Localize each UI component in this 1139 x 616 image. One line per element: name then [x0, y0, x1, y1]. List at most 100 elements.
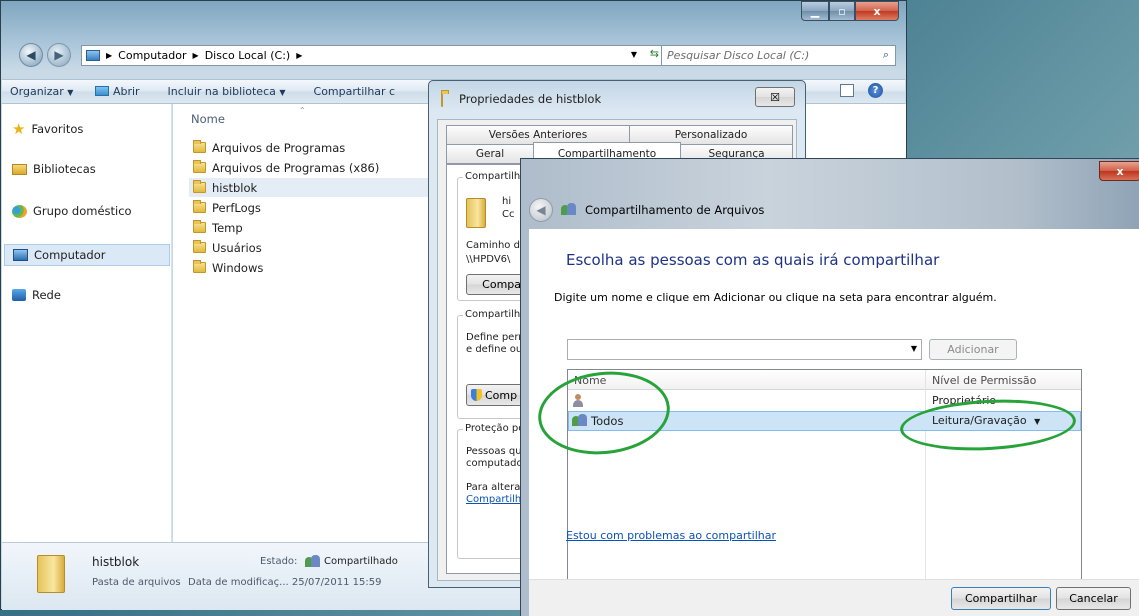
navigation-pane: ★ Favoritos Bibliotecas Grupo doméstico …	[2, 104, 172, 542]
properties-titlebar[interactable]: Propriedades de histblok ☒	[429, 81, 805, 115]
sharing-help-link[interactable]: Estou com problemas ao compartilhar	[566, 529, 776, 542]
breadcrumb-arrow-icon: ▶	[106, 51, 113, 60]
advanced-sharing-text: Define pern	[466, 332, 525, 343]
back-arrow-icon: ◀	[26, 48, 36, 62]
back-button[interactable]: ◀	[529, 198, 553, 222]
breadcrumb-local-disk[interactable]: Disco Local (C:)	[205, 49, 291, 62]
file-name: histblok	[212, 180, 258, 195]
nav-libraries-label: Bibliotecas	[33, 162, 96, 176]
chevron-down-icon[interactable]: ▼	[911, 344, 917, 353]
open-label: Abrir	[112, 85, 140, 98]
caption-buttons: ▁ ▫ x	[801, 1, 899, 21]
advanced-sharing-button-label: Comp	[485, 388, 518, 402]
share-button[interactable]: Compartilhar	[951, 587, 1051, 610]
wizard-title: Compartilhamento de Arquivos	[585, 203, 765, 217]
column-header-name[interactable]: Nome ⌃	[191, 106, 306, 126]
share-menu[interactable]: Compartilhar c	[314, 85, 396, 98]
maximize-button[interactable]: ▫	[829, 1, 855, 21]
details-type: Pasta de arquivos	[92, 577, 181, 588]
explorer-titlebar[interactable]: ▁ ▫ x	[1, 1, 906, 33]
breadcrumb-computer[interactable]: Computador	[118, 49, 186, 62]
properties-close-button[interactable]: ☒	[755, 87, 795, 107]
minimize-button[interactable]: ▁	[801, 1, 829, 21]
folder-icon	[193, 260, 206, 273]
file-name: Temp	[212, 220, 243, 235]
sort-up-icon: ⌃	[299, 106, 306, 115]
details-state-label: Estado:	[260, 556, 298, 567]
close-icon: x	[873, 4, 881, 18]
nav-homegroup[interactable]: Grupo doméstico	[12, 204, 132, 218]
preview-pane-icon[interactable]	[840, 84, 854, 97]
chevron-down-icon: ▼	[279, 88, 286, 97]
help-icon[interactable]: ?	[868, 83, 883, 98]
file-name: PerfLogs	[212, 200, 261, 215]
nav-network[interactable]: Rede	[12, 288, 61, 302]
nav-libraries[interactable]: Bibliotecas	[12, 162, 96, 176]
share-button-label: Compartilhar	[964, 592, 1038, 605]
folder-icon	[193, 240, 206, 253]
folder-icon	[193, 180, 206, 193]
breadcrumb-arrow-icon: ▶	[192, 51, 199, 60]
search-placeholder: Pesquisar Disco Local (C:)	[667, 49, 810, 62]
network-sharing-center-link[interactable]: Compartilha	[466, 494, 527, 505]
details-name: histblok	[92, 555, 140, 569]
nav-network-label: Rede	[32, 288, 61, 302]
address-dropdown-icon[interactable]: ▼	[631, 50, 637, 59]
nav-computer[interactable]: Computador	[4, 244, 170, 266]
properties-title: Propriedades de histblok	[459, 92, 602, 106]
chevron-down-icon: ▼	[67, 88, 74, 97]
maximize-icon: ▫	[838, 4, 846, 18]
wizard-close-button[interactable]: x	[1099, 161, 1139, 181]
file-name: Windows	[212, 260, 264, 275]
group-label: Compartilha	[463, 171, 529, 182]
include-library-label: Incluir na biblioteca	[167, 85, 276, 98]
password-text: computador	[466, 458, 527, 469]
password-text: Pessoas qu	[466, 446, 522, 457]
large-folder-icon	[37, 555, 65, 593]
organize-menu[interactable]: Organizar ▼	[10, 85, 73, 98]
wizard-instruction: Digite um nome e clique em Adicionar ou …	[554, 291, 997, 304]
add-button[interactable]: Adicionar	[929, 339, 1017, 360]
back-button[interactable]: ◀	[19, 43, 43, 67]
forward-button[interactable]: ▶	[47, 43, 71, 67]
wizard-header: ◀ Compartilhamento de Arquivos	[529, 191, 1135, 229]
nav-favorites-label: Favoritos	[31, 122, 84, 136]
advanced-sharing-text: e define out	[466, 344, 527, 355]
search-icon[interactable]: ⌕	[883, 48, 889, 62]
forward-arrow-icon: ▶	[54, 48, 64, 62]
minimize-icon: ▁	[810, 4, 820, 18]
include-library-menu[interactable]: Incluir na biblioteca ▼	[168, 85, 286, 98]
breadcrumb-arrow-icon: ▶	[296, 51, 303, 60]
computer-icon	[86, 50, 100, 61]
organize-label: Organizar	[10, 85, 64, 98]
address-row: ◀ ▶ ▶ Computador ▶ Disco Local (C:) ▶ ▼ …	[9, 39, 899, 67]
address-bar[interactable]: ▶ Computador ▶ Disco Local (C:) ▶ ▼ ⇆	[81, 45, 666, 66]
folder-icon	[193, 160, 206, 173]
network-icon	[12, 289, 26, 301]
sharing-icon	[561, 203, 577, 217]
close-button[interactable]: x	[855, 1, 899, 21]
column-name-label: Nome	[191, 112, 225, 126]
shield-icon	[471, 389, 482, 401]
search-input[interactable]: Pesquisar Disco Local (C:) ⌕	[661, 45, 896, 66]
back-arrow-icon: ◀	[536, 203, 546, 217]
nav-computer-label: Computador	[34, 248, 106, 262]
nav-favorites[interactable]: ★ Favoritos	[12, 120, 83, 138]
library-icon	[12, 163, 27, 175]
user-combobox[interactable]: ▼	[567, 339, 922, 360]
close-icon: ☒	[770, 90, 780, 104]
column-header-permission[interactable]: Nível de Permissão	[932, 374, 1036, 387]
refresh-icon[interactable]: ⇆	[650, 47, 659, 60]
cancel-button[interactable]: Cancelar	[1056, 587, 1131, 610]
open-button[interactable]: Abrir	[95, 85, 140, 98]
network-path-value: \\HPDV6\	[466, 254, 511, 265]
computer-icon	[13, 249, 28, 261]
tab-label: Geral	[475, 148, 505, 160]
add-button-label: Adicionar	[947, 343, 999, 356]
folder-status-text: Cc	[502, 209, 515, 220]
nav-homegroup-label: Grupo doméstico	[33, 204, 132, 218]
folder-icon	[193, 220, 206, 233]
star-icon: ★	[12, 120, 26, 138]
large-folder-icon	[466, 198, 486, 228]
file-name: Arquivos de Programas (x86)	[212, 160, 380, 175]
